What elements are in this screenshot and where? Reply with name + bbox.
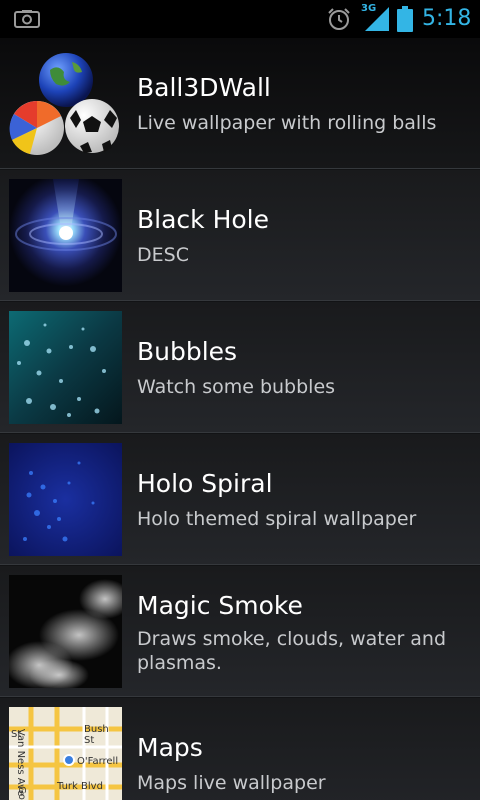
black-hole-thumbnail — [9, 179, 122, 292]
network-type-label: 3G — [361, 3, 377, 14]
wallpaper-title: Magic Smoke — [137, 591, 303, 620]
list-item-black-hole[interactable]: Black Hole DESC — [0, 170, 480, 301]
wallpaper-description: Watch some bubbles — [137, 376, 336, 398]
ball3dwall-thumbnail — [6, 48, 124, 160]
list-item-ball3dwall[interactable]: Ball3DWall Live wallpaper with rolling b… — [0, 38, 480, 169]
wallpaper-description: Holo themed spiral wallpaper — [137, 508, 417, 530]
list-item-maps[interactable]: Bush St Van Ness Ave O'Farrell Turk Blvd… — [0, 698, 480, 800]
map-label: Gough — [16, 786, 27, 800]
screenshot-icon — [14, 10, 40, 28]
map-label: Bush St — [84, 724, 109, 746]
bubbles-thumbnail — [9, 311, 122, 424]
wallpaper-description: Live wallpaper with rolling balls — [137, 112, 437, 134]
battery-icon — [397, 6, 413, 32]
wallpaper-title: Holo Spiral — [137, 469, 273, 498]
wallpaper-title: Black Hole — [137, 205, 270, 234]
status-bar: 3G 5:18 — [0, 0, 480, 38]
maps-thumbnail: Bush St Van Ness Ave O'Farrell Turk Blvd… — [9, 707, 122, 800]
divider — [0, 300, 480, 301]
clock: 5:18 — [422, 6, 472, 31]
wallpaper-title: Bubbles — [137, 337, 238, 366]
alarm-icon — [327, 7, 351, 31]
wallpaper-description: Maps live wallpaper — [137, 772, 326, 794]
divider — [0, 696, 480, 697]
map-label: Turk Blvd — [57, 781, 103, 792]
holo-spiral-thumbnail — [9, 443, 122, 556]
wallpaper-title: Maps — [137, 733, 203, 762]
list-item-holo-spiral[interactable]: Holo Spiral Holo themed spiral wallpaper — [0, 434, 480, 565]
wallpaper-title: Ball3DWall — [137, 73, 271, 102]
list-item-bubbles[interactable]: Bubbles Watch some bubbles — [0, 302, 480, 433]
divider — [0, 432, 480, 433]
wallpaper-description: DESC — [137, 244, 189, 266]
live-wallpaper-list[interactable]: Ball3DWall Live wallpaper with rolling b… — [0, 38, 480, 800]
divider — [0, 168, 480, 169]
magic-smoke-thumbnail — [9, 575, 122, 688]
map-label: St — [11, 729, 22, 740]
divider — [0, 564, 480, 565]
list-item-magic-smoke[interactable]: Magic Smoke Draws smoke, clouds, water a… — [0, 566, 480, 697]
wallpaper-description: Draws smoke, clouds, water and plasmas. — [137, 628, 447, 674]
map-label: O'Farrell — [77, 756, 119, 767]
